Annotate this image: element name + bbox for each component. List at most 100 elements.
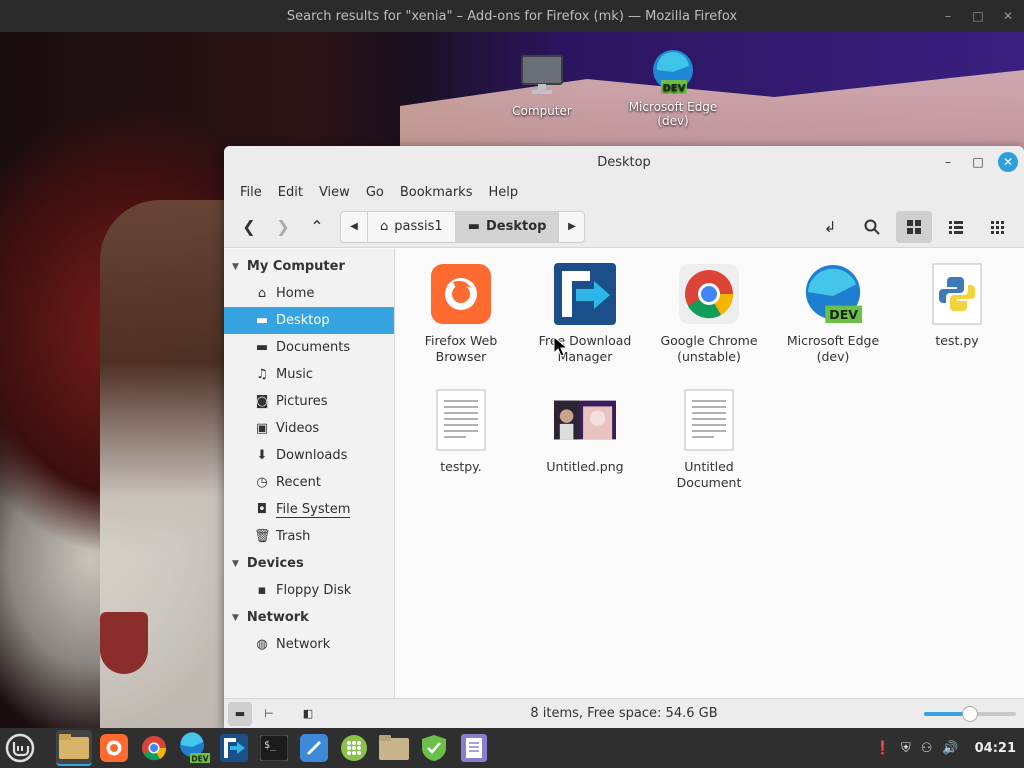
- close-button[interactable]: ✕: [998, 152, 1018, 172]
- zoom-slider[interactable]: [924, 706, 1016, 722]
- taskbar-calculator[interactable]: [336, 730, 372, 766]
- taskbar-download-manager[interactable]: [216, 730, 252, 766]
- sidebar-section-my-computer[interactable]: ▼ My Computer: [224, 253, 394, 280]
- forward-button[interactable]: ❯: [266, 212, 300, 242]
- breadcrumb-scroll-right[interactable]: ▶: [558, 211, 584, 242]
- sidebar-item-music[interactable]: ♫ Music: [224, 361, 394, 388]
- sidebar-item-recent[interactable]: ◷ Recent: [224, 469, 394, 496]
- window-titlebar[interactable]: Desktop – □ ✕: [224, 146, 1024, 178]
- close-icon[interactable]: ✕: [1000, 9, 1016, 23]
- taskbar-text-editor[interactable]: [296, 730, 332, 766]
- sidebar-item-desktop[interactable]: ▬ Desktop: [224, 307, 394, 334]
- edge-dev-icon: DEV: [805, 264, 863, 324]
- file-item[interactable]: Untitled.png: [526, 389, 644, 475]
- breadcrumb-scroll-left[interactable]: ◀: [341, 212, 367, 242]
- svg-text:DEV: DEV: [829, 307, 858, 322]
- notification-icon[interactable]: ❗: [875, 741, 891, 756]
- file-item[interactable]: Firefox Web Browser: [402, 263, 520, 365]
- svg-text:$_: $_: [264, 740, 277, 751]
- maximize-icon[interactable]: □: [970, 9, 986, 23]
- drive-icon: ◘: [256, 502, 268, 517]
- taskbar-terminal[interactable]: $_: [256, 730, 292, 766]
- file-item[interactable]: Free Download Manager: [526, 263, 644, 365]
- folder-icon: [379, 735, 409, 760]
- text-file-icon: [436, 389, 486, 451]
- maximize-button[interactable]: □: [968, 152, 988, 172]
- location-toggle-button[interactable]: ↲: [812, 211, 848, 243]
- search-button[interactable]: [854, 211, 890, 243]
- sidebar-section-network[interactable]: ▼ Network: [224, 604, 394, 631]
- home-icon: ⌂: [380, 219, 389, 234]
- search-icon: [864, 219, 880, 235]
- taskbar-firefox[interactable]: [96, 730, 132, 766]
- list-view-button[interactable]: [938, 211, 974, 243]
- taskbar-files[interactable]: [56, 730, 92, 766]
- sidebar-item-label: Downloads: [276, 448, 348, 463]
- sidebar-item-file-system[interactable]: ◘ File System: [224, 496, 394, 523]
- breadcrumb-item-desktop[interactable]: ▬ Desktop: [454, 211, 559, 242]
- shield-tray-icon[interactable]: ⛨: [901, 741, 911, 756]
- minimize-icon[interactable]: –: [940, 9, 956, 23]
- desktop-icon-label: Microsoft Edge (dev): [628, 100, 718, 128]
- menu-view[interactable]: View: [311, 185, 358, 200]
- terminal-icon: $_: [260, 735, 288, 761]
- sidebar-item-label: Network: [276, 637, 331, 652]
- taskbar-update-manager[interactable]: [416, 730, 452, 766]
- desktop-icon-edge-dev[interactable]: DEV Microsoft Edge (dev): [618, 48, 728, 128]
- mouse-cursor: [553, 336, 569, 357]
- globe-icon: ◍: [256, 637, 268, 652]
- breadcrumb-item-home[interactable]: ⌂ passis1: [367, 211, 455, 242]
- taskbar-edge-dev[interactable]: DEV: [176, 730, 212, 766]
- sidebar-item-videos[interactable]: ▣ Videos: [224, 415, 394, 442]
- firefox-titlebar[interactable]: Search results for "xenia" – Add-ons for…: [0, 0, 1024, 32]
- sidebar-item-network[interactable]: ◍ Network: [224, 631, 394, 658]
- up-button[interactable]: ⌃: [300, 212, 334, 242]
- file-item[interactable]: Untitled Document: [650, 389, 768, 491]
- menu-edit[interactable]: Edit: [270, 185, 311, 200]
- sidebar-item-downloads[interactable]: ⬇ Downloads: [224, 442, 394, 469]
- sidebar-item-home[interactable]: ⌂ Home: [224, 280, 394, 307]
- sidebar-item-trash[interactable]: 🗑 Trash: [224, 523, 394, 550]
- enter-location-icon: ↲: [823, 217, 837, 236]
- compact-view-button[interactable]: [980, 211, 1016, 243]
- menu-bookmarks[interactable]: Bookmarks: [392, 185, 481, 200]
- taskbar-chrome[interactable]: [136, 730, 172, 766]
- minimize-button[interactable]: –: [938, 152, 958, 172]
- hide-sidebar-button[interactable]: ◧: [296, 702, 320, 726]
- network-icon[interactable]: ⚇: [921, 741, 933, 756]
- sidebar-section-devices[interactable]: ▼ Devices: [224, 550, 394, 577]
- camera-icon: ◙: [255, 394, 269, 409]
- taskbar-archive[interactable]: [376, 730, 412, 766]
- zoom-handle[interactable]: [962, 706, 978, 722]
- taskbar-notes[interactable]: [456, 730, 492, 766]
- menu-help[interactable]: Help: [480, 185, 526, 200]
- file-item[interactable]: testpy.: [402, 389, 520, 475]
- show-tree-button[interactable]: ⊢: [257, 702, 281, 726]
- maximize-icon: □: [972, 155, 984, 169]
- file-item[interactable]: test.py: [898, 263, 1016, 349]
- python-file-icon: [932, 263, 982, 325]
- system-tray: ❗ ⛨ ⚇ 🔊 04:21: [875, 728, 1016, 768]
- menu-go[interactable]: Go: [358, 185, 392, 200]
- menu-button[interactable]: [2, 730, 38, 766]
- clock[interactable]: 04:21: [975, 741, 1016, 756]
- menu-file[interactable]: File: [232, 185, 270, 200]
- folder-icon: [59, 734, 89, 759]
- sidebar-item-documents[interactable]: ▬ Documents: [224, 334, 394, 361]
- section-heading: Devices: [246, 556, 304, 571]
- status-text: 8 items, Free space: 54.6 GB: [530, 706, 718, 721]
- show-places-button[interactable]: ▬: [228, 701, 252, 726]
- back-button[interactable]: ❮: [232, 212, 266, 242]
- sidebar-item-floppy-disk[interactable]: ▪ Floppy Disk: [224, 577, 394, 604]
- sidebar-item-label: File System: [276, 501, 351, 518]
- sidebar-item-pictures[interactable]: ◙ Pictures: [224, 388, 394, 415]
- chrome-icon: [142, 736, 167, 761]
- sidebar-item-label: Pictures: [276, 394, 328, 409]
- icon-view-button[interactable]: [896, 210, 932, 243]
- volume-icon[interactable]: 🔊: [942, 741, 958, 756]
- file-item[interactable]: Google Chrome (unstable): [650, 263, 768, 365]
- file-item[interactable]: DEV Microsoft Edge (dev): [774, 263, 892, 365]
- file-name: Google Chrome (unstable): [660, 333, 758, 364]
- desktop-icon-computer[interactable]: Computer: [487, 52, 597, 118]
- documents-icon: ▬: [255, 340, 269, 355]
